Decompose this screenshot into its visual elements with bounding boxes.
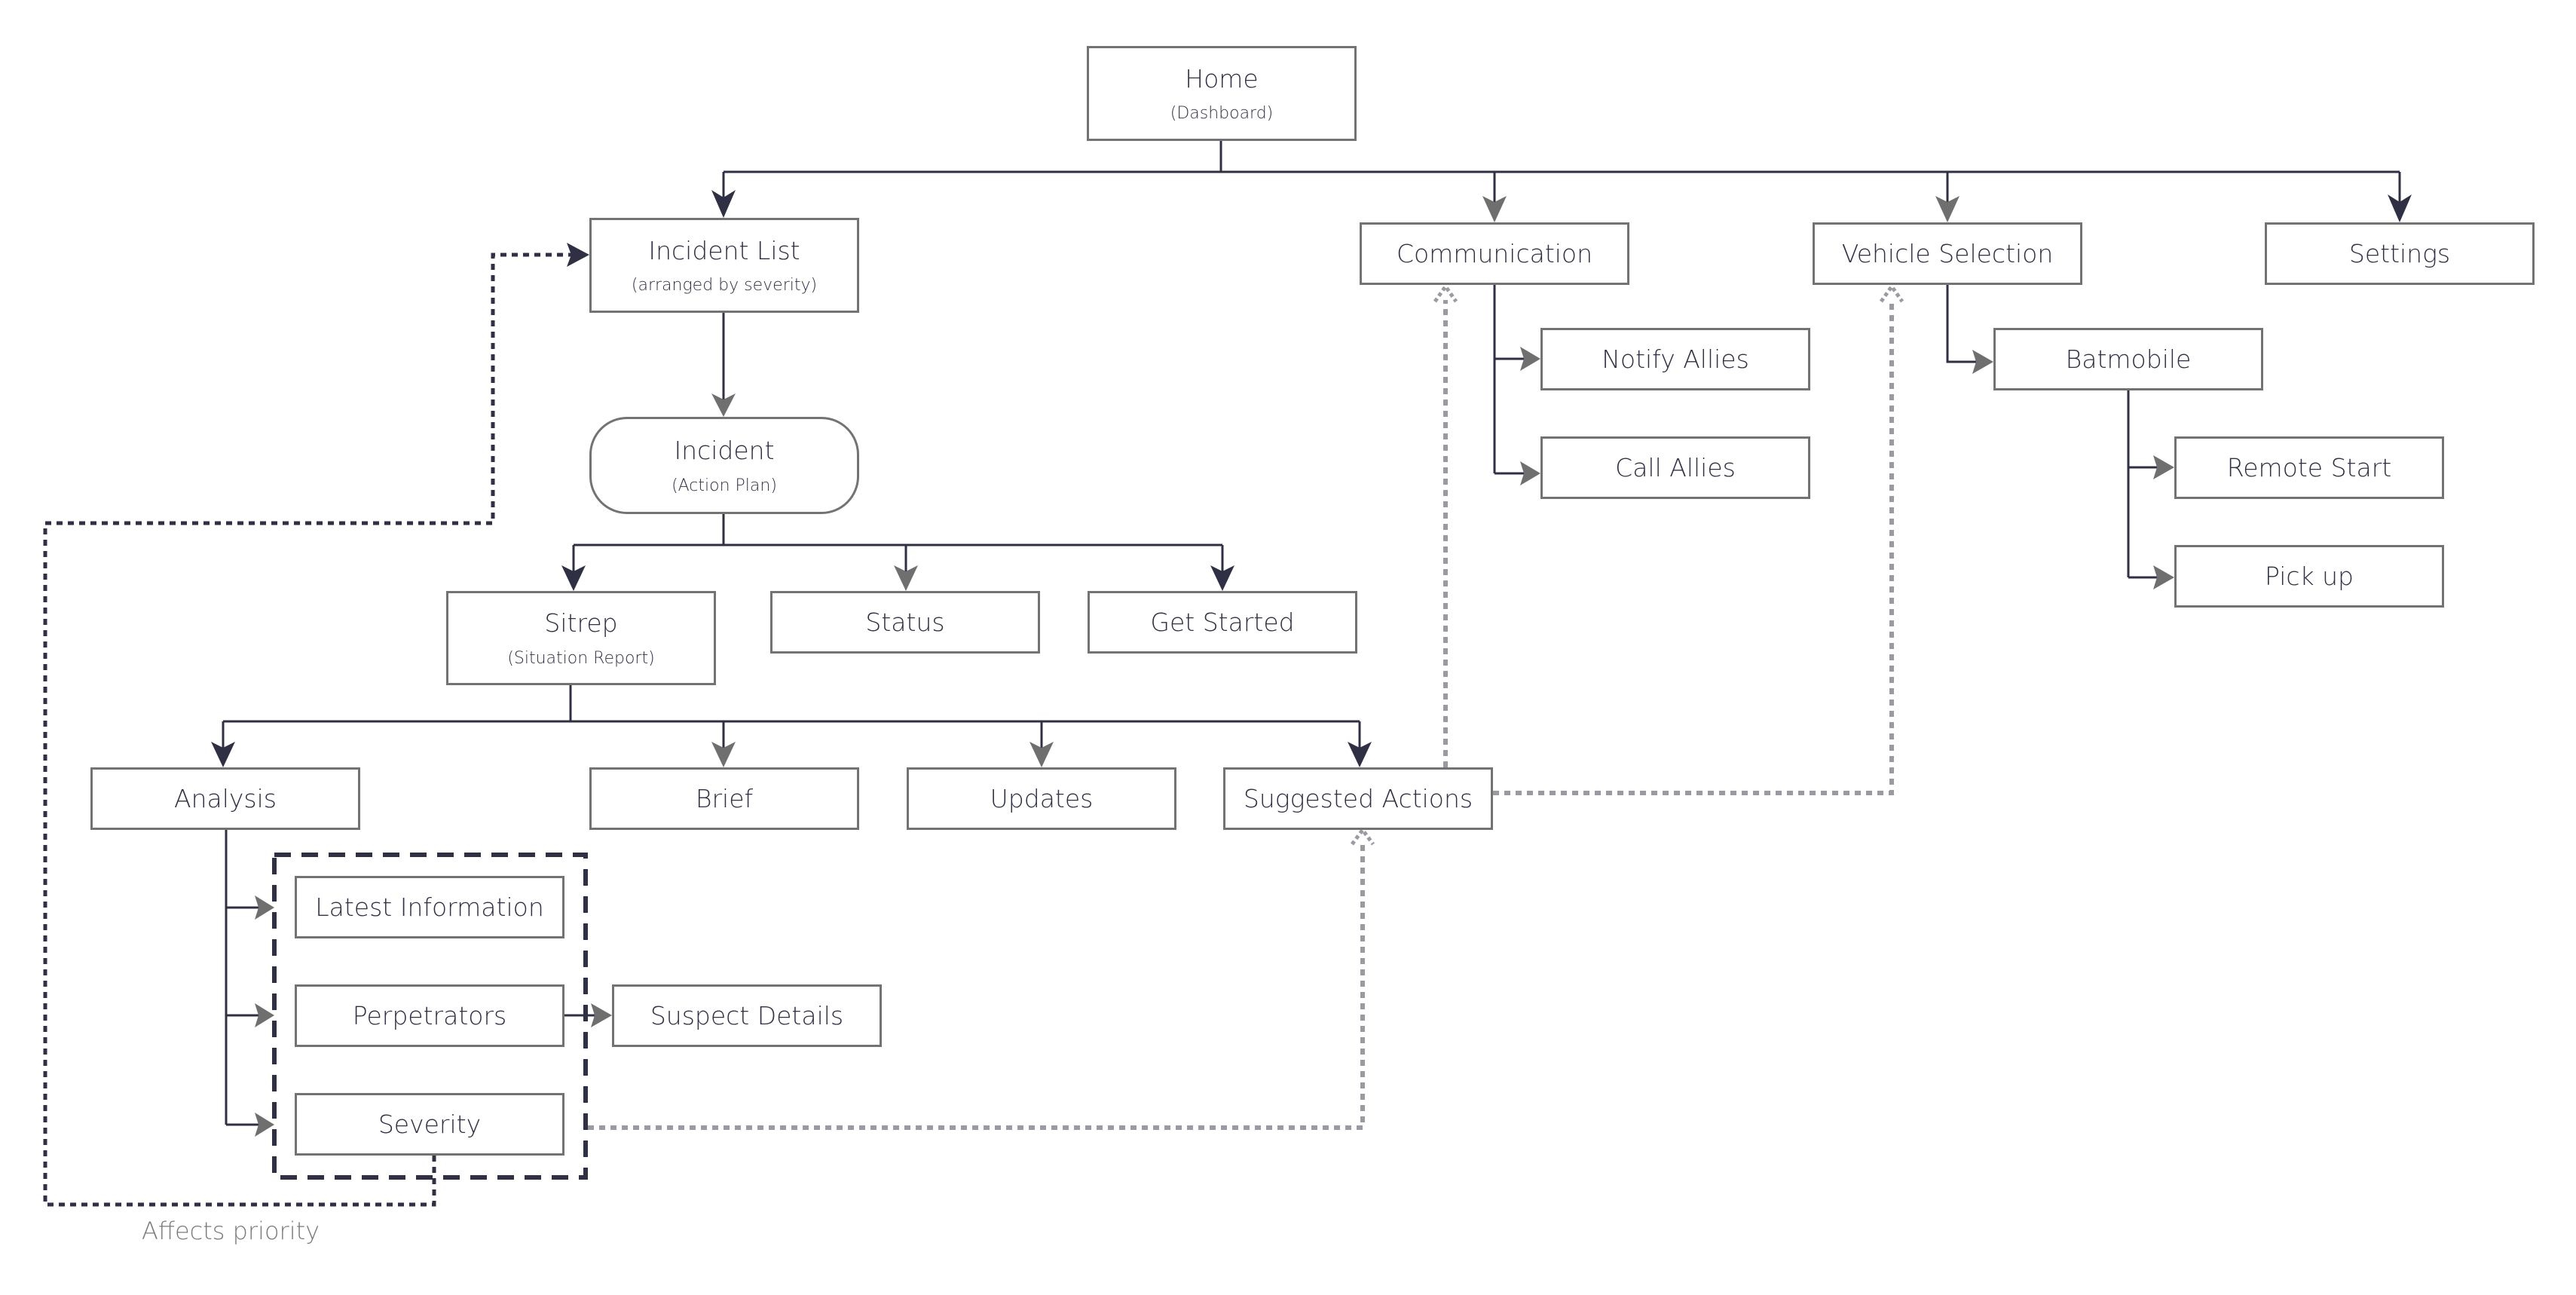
node-call-allies[interactable]: Call Allies	[1540, 436, 1810, 499]
node-label: Call Allies	[1615, 452, 1736, 482]
node-label: Notify Allies	[1602, 344, 1749, 374]
node-label: Batmobile	[2065, 344, 2192, 374]
node-get-started[interactable]: Get Started	[1088, 591, 1357, 654]
node-label: Analysis	[174, 783, 277, 813]
node-suggested-actions[interactable]: Suggested Actions	[1223, 767, 1493, 830]
edge-severity-suggested-dotted	[588, 826, 1375, 1130]
node-label: Suspect Details	[650, 1000, 844, 1030]
edge-communication-children	[1493, 282, 1530, 475]
edge-severity-incidentlist-dotted	[43, 243, 589, 1207]
edge-home-bus	[724, 127, 2400, 173]
node-vehicle-selection[interactable]: Vehicle Selection	[1813, 222, 2082, 285]
edge-sitrep-children	[222, 669, 1361, 758]
arrowheads-home	[711, 190, 2412, 222]
node-notify-allies[interactable]: Notify Allies	[1540, 328, 1810, 390]
node-label: Incident List	[648, 235, 800, 265]
node-settings[interactable]: Settings	[2265, 222, 2535, 285]
node-communication[interactable]: Communication	[1360, 222, 1629, 285]
node-label: Home	[1185, 63, 1259, 93]
node-home[interactable]: Home (Dashboard)	[1087, 46, 1357, 141]
node-label: Updates	[990, 783, 1094, 813]
node-analysis[interactable]: Analysis	[90, 767, 360, 830]
edge-batmobile-children	[2127, 390, 2163, 579]
node-label: Vehicle Selection	[1841, 238, 2054, 268]
node-label: Latest Information	[315, 892, 544, 922]
node-remote-start[interactable]: Remote Start	[2174, 436, 2444, 499]
edge-suggested-communication-dotted	[1433, 283, 1458, 767]
node-label: Pick up	[2265, 561, 2354, 591]
node-status[interactable]: Status	[770, 591, 1040, 654]
node-updates[interactable]: Updates	[907, 767, 1176, 830]
edge-analysis-children	[225, 830, 264, 1126]
node-label: Brief	[695, 783, 754, 813]
node-label: Suggested Actions	[1243, 783, 1473, 813]
node-label: Perpetrators	[352, 1000, 507, 1030]
node-incident-list[interactable]: Incident List (arranged by severity)	[589, 218, 859, 313]
node-perpetrators[interactable]: Perpetrators	[295, 984, 564, 1047]
node-label: Status	[865, 607, 945, 637]
node-suspect-details[interactable]: Suspect Details	[612, 984, 882, 1047]
node-severity[interactable]: Severity	[295, 1093, 564, 1156]
node-label: Sitrep	[544, 608, 618, 638]
node-label: Settings	[2348, 238, 2451, 268]
node-sublabel: (Action Plan)	[672, 476, 777, 495]
node-sitrep[interactable]: Sitrep (Situation Report)	[446, 591, 716, 685]
affects-priority-label: Affects priority	[142, 1217, 320, 1245]
edge-perpetrators-suspect	[564, 1003, 612, 1027]
edge-home-children	[722, 172, 2401, 210]
node-pick-up[interactable]: Pick up	[2174, 545, 2444, 608]
node-batmobile[interactable]: Batmobile	[1993, 328, 2263, 390]
node-latest-information[interactable]: Latest Information	[295, 876, 564, 938]
node-sublabel: (Situation Report)	[507, 648, 655, 668]
node-sublabel: (Dashboard)	[1170, 104, 1274, 124]
node-label: Incident	[674, 436, 775, 466]
node-brief[interactable]: Brief	[589, 767, 859, 830]
node-label: Get Started	[1150, 607, 1295, 637]
edge-incidentlist-incident	[711, 303, 736, 417]
node-label: Remote Start	[2226, 452, 2392, 482]
node-label: Communication	[1396, 238, 1593, 268]
node-label: Severity	[378, 1109, 482, 1139]
node-sublabel: (arranged by severity)	[631, 276, 818, 295]
edge-vehicle-batmobile	[1946, 282, 1982, 363]
node-incident[interactable]: Incident (Action Plan)	[589, 417, 859, 514]
